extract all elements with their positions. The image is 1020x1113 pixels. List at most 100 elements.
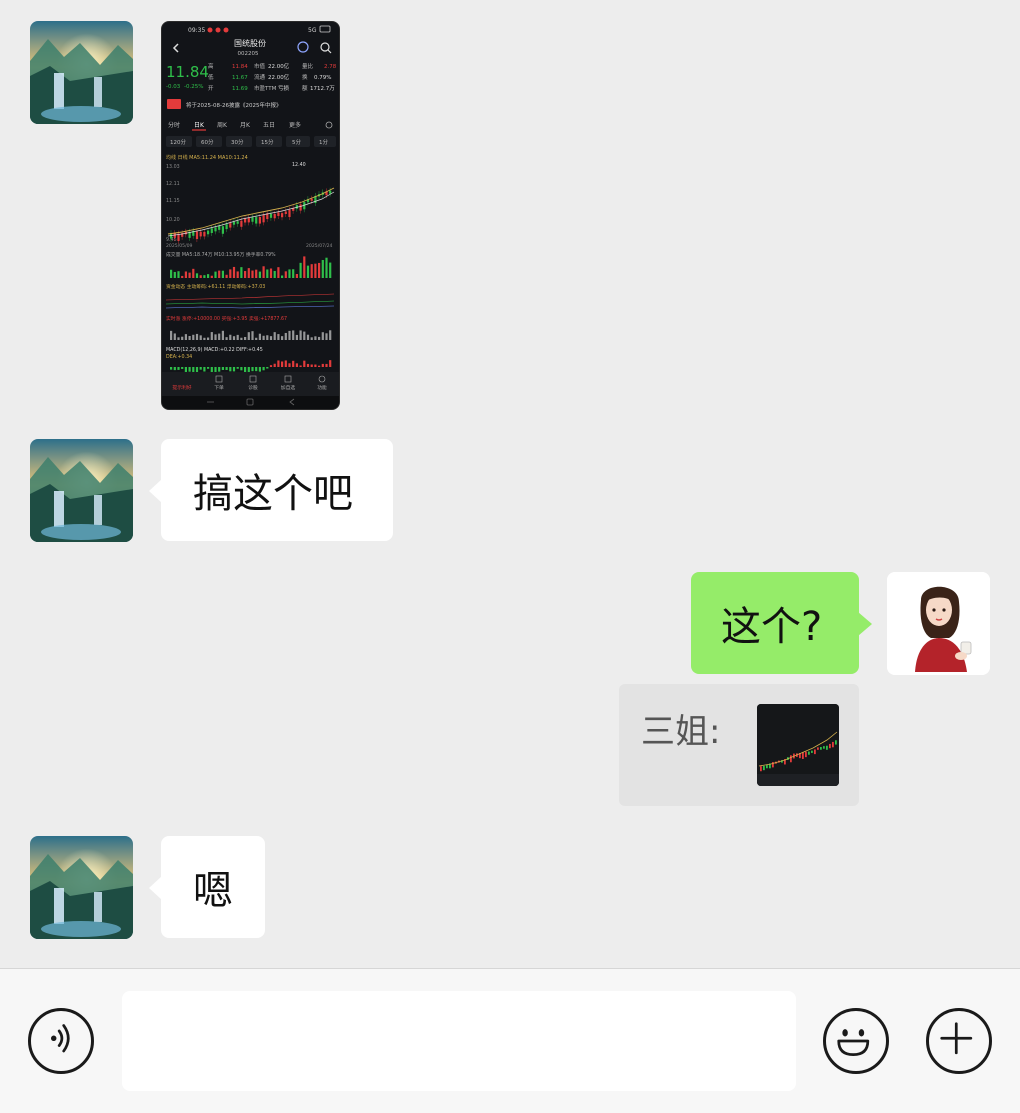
quoted-message[interactable]: 三姐: bbox=[619, 684, 859, 806]
volume-bar bbox=[247, 268, 250, 278]
volume-bar bbox=[199, 275, 202, 278]
indicator-bar bbox=[173, 333, 176, 340]
volume-bar bbox=[173, 271, 176, 278]
volume-bar bbox=[192, 268, 195, 278]
volume-bar bbox=[251, 270, 254, 278]
svg-text:13.03: 13.03 bbox=[166, 164, 180, 170]
macd-bar bbox=[203, 367, 206, 372]
svg-text:0.79%: 0.79% bbox=[314, 75, 331, 81]
stock-screenshot-image[interactable]: 09:35 5G 国统股份 002205 11.84 -0.03 -0.25% … bbox=[161, 21, 340, 410]
indicator-bar bbox=[303, 331, 306, 340]
plus-button[interactable] bbox=[926, 1008, 992, 1074]
contact-avatar[interactable] bbox=[30, 836, 133, 939]
macd-bar bbox=[177, 367, 180, 370]
svg-text:月K: 月K bbox=[240, 122, 251, 129]
macd-bar bbox=[284, 360, 287, 367]
indicator-bar bbox=[281, 336, 284, 340]
macd-bar bbox=[170, 367, 173, 370]
svg-text:加自选: 加自选 bbox=[281, 384, 296, 391]
macd-bar bbox=[292, 360, 295, 367]
svg-text:11.69: 11.69 bbox=[232, 86, 248, 92]
indicator-bar bbox=[318, 336, 321, 340]
message-bubble-sent[interactable]: 这个? bbox=[691, 572, 872, 674]
status-time: 09:35 bbox=[188, 27, 205, 34]
indicator-bar bbox=[195, 333, 199, 340]
volume-bar bbox=[255, 269, 258, 278]
svg-text:更多: 更多 bbox=[289, 121, 301, 129]
stock-name: 国统股份 bbox=[234, 38, 266, 48]
macd-bar bbox=[288, 363, 291, 367]
price-marker: 12.40 bbox=[292, 162, 306, 168]
macd-bar bbox=[258, 367, 261, 372]
message-bubble[interactable]: 嗯 bbox=[149, 836, 265, 938]
indicator-bar bbox=[310, 337, 313, 340]
candle-body bbox=[221, 226, 224, 234]
svg-text:诊股: 诊股 bbox=[248, 384, 258, 391]
macd-bar bbox=[273, 363, 276, 367]
thumb-candle bbox=[814, 749, 816, 755]
svg-text:5分: 5分 bbox=[292, 138, 301, 146]
svg-text:120分: 120分 bbox=[170, 138, 186, 146]
volume-bar bbox=[310, 264, 313, 278]
svg-text:流通: 流通 bbox=[254, 73, 266, 81]
period-tabs: 分时 日K 周K 月K 五日 更多 bbox=[168, 121, 301, 129]
volume-bar bbox=[292, 269, 295, 278]
macd-bar bbox=[306, 363, 310, 367]
candle-body bbox=[262, 214, 265, 223]
indicator-bar bbox=[214, 334, 217, 340]
contact-avatar[interactable] bbox=[30, 439, 133, 542]
message-input[interactable] bbox=[122, 991, 796, 1091]
macd-bars bbox=[170, 360, 332, 374]
svg-text:30分: 30分 bbox=[231, 138, 244, 146]
svg-text:下单: 下单 bbox=[214, 384, 224, 391]
search-icon bbox=[320, 42, 330, 52]
message-text: 这个? bbox=[721, 604, 823, 650]
indicator-bar bbox=[177, 337, 180, 340]
svg-text:提示利好: 提示利好 bbox=[172, 384, 191, 391]
candle-body bbox=[232, 221, 236, 225]
ma-label: 均线 日线 MA5:11.24 MA10:11.24 bbox=[166, 154, 248, 161]
emoji-button[interactable] bbox=[823, 1008, 889, 1074]
chat-input-bar bbox=[0, 968, 1020, 1113]
volume-bar bbox=[303, 256, 306, 278]
voice-button[interactable] bbox=[28, 1008, 94, 1074]
indicator1-label: 资金动态 主动筹码:+61.11 浮动筹码:+37.03 bbox=[166, 283, 265, 290]
macd-bar bbox=[325, 363, 328, 367]
candle-body bbox=[288, 209, 291, 218]
candle-body bbox=[273, 213, 276, 219]
thumb-candle bbox=[790, 755, 792, 763]
message-bubble[interactable]: 搞这个吧 bbox=[149, 439, 393, 541]
indicator-bar bbox=[273, 332, 276, 340]
indicator-bars bbox=[170, 330, 332, 340]
contact-avatar[interactable] bbox=[30, 21, 133, 124]
my-avatar[interactable] bbox=[887, 572, 990, 675]
volume-bar bbox=[258, 271, 261, 278]
indicator-bar bbox=[218, 333, 221, 340]
candle-body bbox=[236, 221, 239, 224]
svg-text:60分: 60分 bbox=[201, 138, 214, 146]
volume-bar bbox=[284, 271, 287, 278]
macd-bar bbox=[207, 367, 210, 369]
svg-text:亏损: 亏损 bbox=[278, 84, 290, 92]
volume-bar bbox=[236, 271, 239, 278]
quote-thumbnail-image[interactable] bbox=[757, 704, 839, 786]
indicator-bar bbox=[244, 336, 247, 340]
volume-bar bbox=[177, 271, 180, 278]
stock-code: 002205 bbox=[238, 51, 259, 57]
indicator-bar bbox=[269, 336, 273, 340]
svg-text:日K: 日K bbox=[194, 122, 205, 129]
macd-bar bbox=[310, 364, 313, 367]
volume-bar bbox=[269, 268, 273, 278]
message-text: 搞这个吧 bbox=[193, 471, 353, 517]
svg-text:22.00亿: 22.00亿 bbox=[268, 62, 290, 70]
indicator-bar bbox=[314, 336, 317, 340]
svg-text:分时: 分时 bbox=[168, 121, 180, 129]
macd-bar bbox=[247, 367, 250, 373]
volume-bar bbox=[221, 270, 224, 278]
svg-text:额: 额 bbox=[302, 84, 308, 92]
candle-body bbox=[225, 224, 228, 230]
macd-bar bbox=[229, 367, 232, 372]
thumb-candle bbox=[826, 745, 828, 750]
svg-text:换: 换 bbox=[302, 73, 308, 81]
svg-text:市值: 市值 bbox=[254, 62, 266, 70]
